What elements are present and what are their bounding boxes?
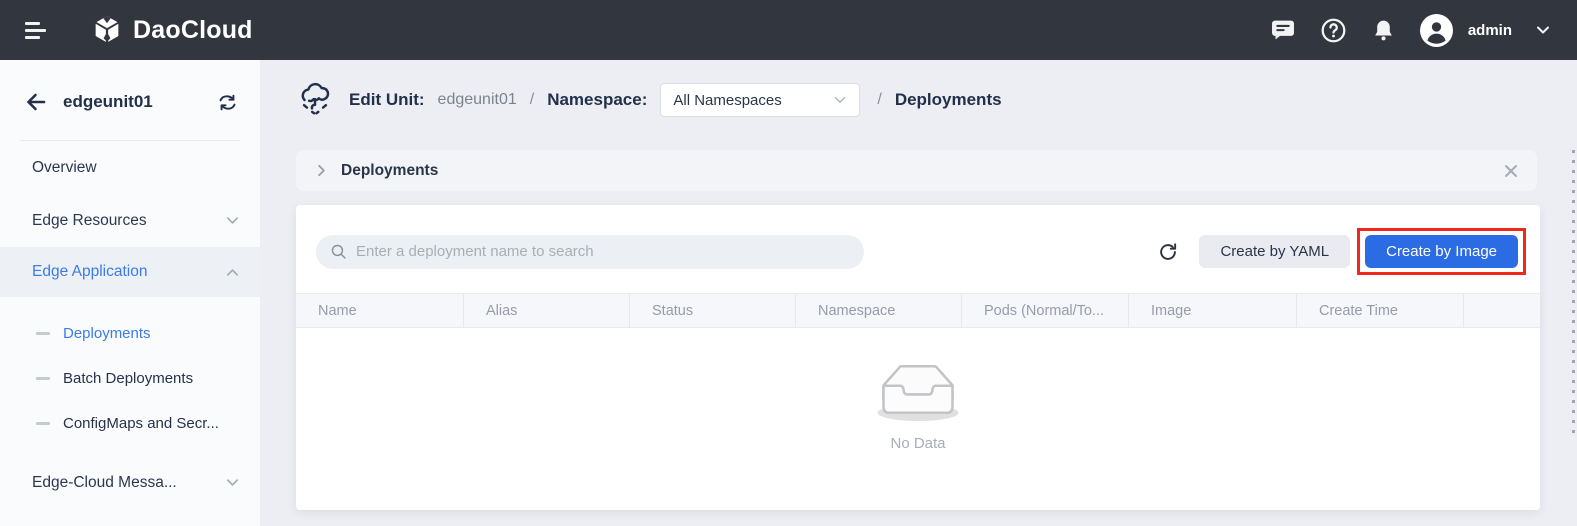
column-header-create-time: Create Time xyxy=(1297,294,1464,327)
dash-icon xyxy=(36,422,50,425)
search-box xyxy=(316,235,864,269)
sidebar-item-deployments[interactable]: Deployments xyxy=(0,311,260,356)
annotation-highlight-box: Create by Image xyxy=(1357,228,1526,275)
topbar: DaoCloud xyxy=(0,0,1577,60)
column-header-actions xyxy=(1464,294,1540,327)
page-title: Deployments xyxy=(895,90,1002,110)
deployments-panel: Create by YAML Create by Image Name Alia… xyxy=(296,205,1540,510)
refresh-icon[interactable] xyxy=(1157,241,1179,263)
back-icon[interactable] xyxy=(24,90,48,114)
sidebar-item-edge-cloud-messaging[interactable]: Edge-Cloud Messa... xyxy=(0,456,260,509)
close-icon[interactable] xyxy=(1503,163,1519,179)
sidebar-item-batch-deployments[interactable]: Batch Deployments xyxy=(0,356,260,401)
vertical-scrollbar[interactable] xyxy=(1572,150,1575,438)
sidebar-item-label: Edge-Cloud Messa... xyxy=(32,474,177,492)
breadcrumb[interactable]: Deployments xyxy=(296,150,1537,191)
username[interactable]: admin xyxy=(1468,22,1512,39)
hamburger-menu-icon[interactable] xyxy=(25,22,46,39)
column-header-namespace: Namespace xyxy=(796,294,962,327)
sidebar: edgeunit01 Overview Edge Resources Edge … xyxy=(0,60,260,526)
page-header: Edit Unit: edgeunit01 / Namespace: All N… xyxy=(296,75,1002,125)
empty-inbox-icon xyxy=(296,357,1540,425)
namespace-label: Namespace: xyxy=(547,90,647,110)
sidebar-item-label: Edge Application xyxy=(32,263,147,281)
brand-name: DaoCloud xyxy=(133,16,253,45)
chevron-up-icon xyxy=(225,265,240,280)
dash-icon xyxy=(36,377,50,380)
unit-name: edgeunit01 xyxy=(438,91,517,109)
daocloud-logo-icon xyxy=(90,13,124,47)
sync-icon[interactable] xyxy=(217,92,238,113)
path-separator: / xyxy=(526,91,538,109)
table-header-row: Name Alias Status Namespace Pods (Normal… xyxy=(296,293,1540,328)
sidebar-item-edge-application[interactable]: Edge Application xyxy=(0,247,260,297)
chevron-down-icon xyxy=(225,475,240,490)
help-icon[interactable] xyxy=(1320,17,1347,44)
dash-icon xyxy=(36,332,50,335)
column-header-alias: Alias xyxy=(464,294,630,327)
column-header-image: Image xyxy=(1129,294,1297,327)
create-by-yaml-button[interactable]: Create by YAML xyxy=(1199,235,1350,268)
column-header-name: Name xyxy=(296,294,464,327)
sidebar-item-overview[interactable]: Overview xyxy=(0,141,260,194)
sidebar-subitem-label: Deployments xyxy=(63,325,151,342)
chat-icon[interactable] xyxy=(1269,16,1297,44)
toolbar: Create by YAML Create by Image xyxy=(296,205,1540,293)
chevron-down-icon xyxy=(225,213,240,228)
sidebar-item-edge-resources[interactable]: Edge Resources xyxy=(0,194,260,247)
bell-icon[interactable] xyxy=(1370,17,1397,44)
sidebar-header: edgeunit01 xyxy=(0,60,260,140)
column-header-status: Status xyxy=(630,294,796,327)
sidebar-subitem-label: Batch Deployments xyxy=(63,370,193,387)
user-menu-chevron-down-icon[interactable] xyxy=(1535,22,1551,38)
no-data-text: No Data xyxy=(296,435,1540,452)
search-input[interactable] xyxy=(356,243,850,260)
namespace-select[interactable]: All Namespaces xyxy=(660,83,860,117)
edit-unit-icon xyxy=(296,81,334,119)
edit-unit-label: Edit Unit: xyxy=(349,90,425,110)
breadcrumb-chevron-icon xyxy=(314,163,329,178)
column-header-pods: Pods (Normal/To... xyxy=(962,294,1129,327)
selected-namespace: All Namespaces xyxy=(673,92,781,109)
path-separator: / xyxy=(873,91,885,109)
sidebar-item-label: Overview xyxy=(32,159,97,177)
search-icon xyxy=(330,243,347,260)
unit-title: edgeunit01 xyxy=(63,92,202,112)
sidebar-item-label: Edge Resources xyxy=(32,212,147,230)
sidebar-item-configmaps-and-secrets[interactable]: ConfigMaps and Secr... xyxy=(0,401,260,446)
create-by-image-button[interactable]: Create by Image xyxy=(1365,235,1518,268)
user-avatar[interactable] xyxy=(1420,14,1453,47)
sidebar-subitem-label: ConfigMaps and Secr... xyxy=(63,415,219,432)
edge-application-subnav: Deployments Batch Deployments ConfigMaps… xyxy=(0,297,260,446)
daocloud-logo[interactable]: DaoCloud xyxy=(90,13,253,47)
chevron-down-icon xyxy=(833,93,847,107)
breadcrumb-label: Deployments xyxy=(341,162,438,180)
empty-state: No Data xyxy=(296,357,1540,452)
